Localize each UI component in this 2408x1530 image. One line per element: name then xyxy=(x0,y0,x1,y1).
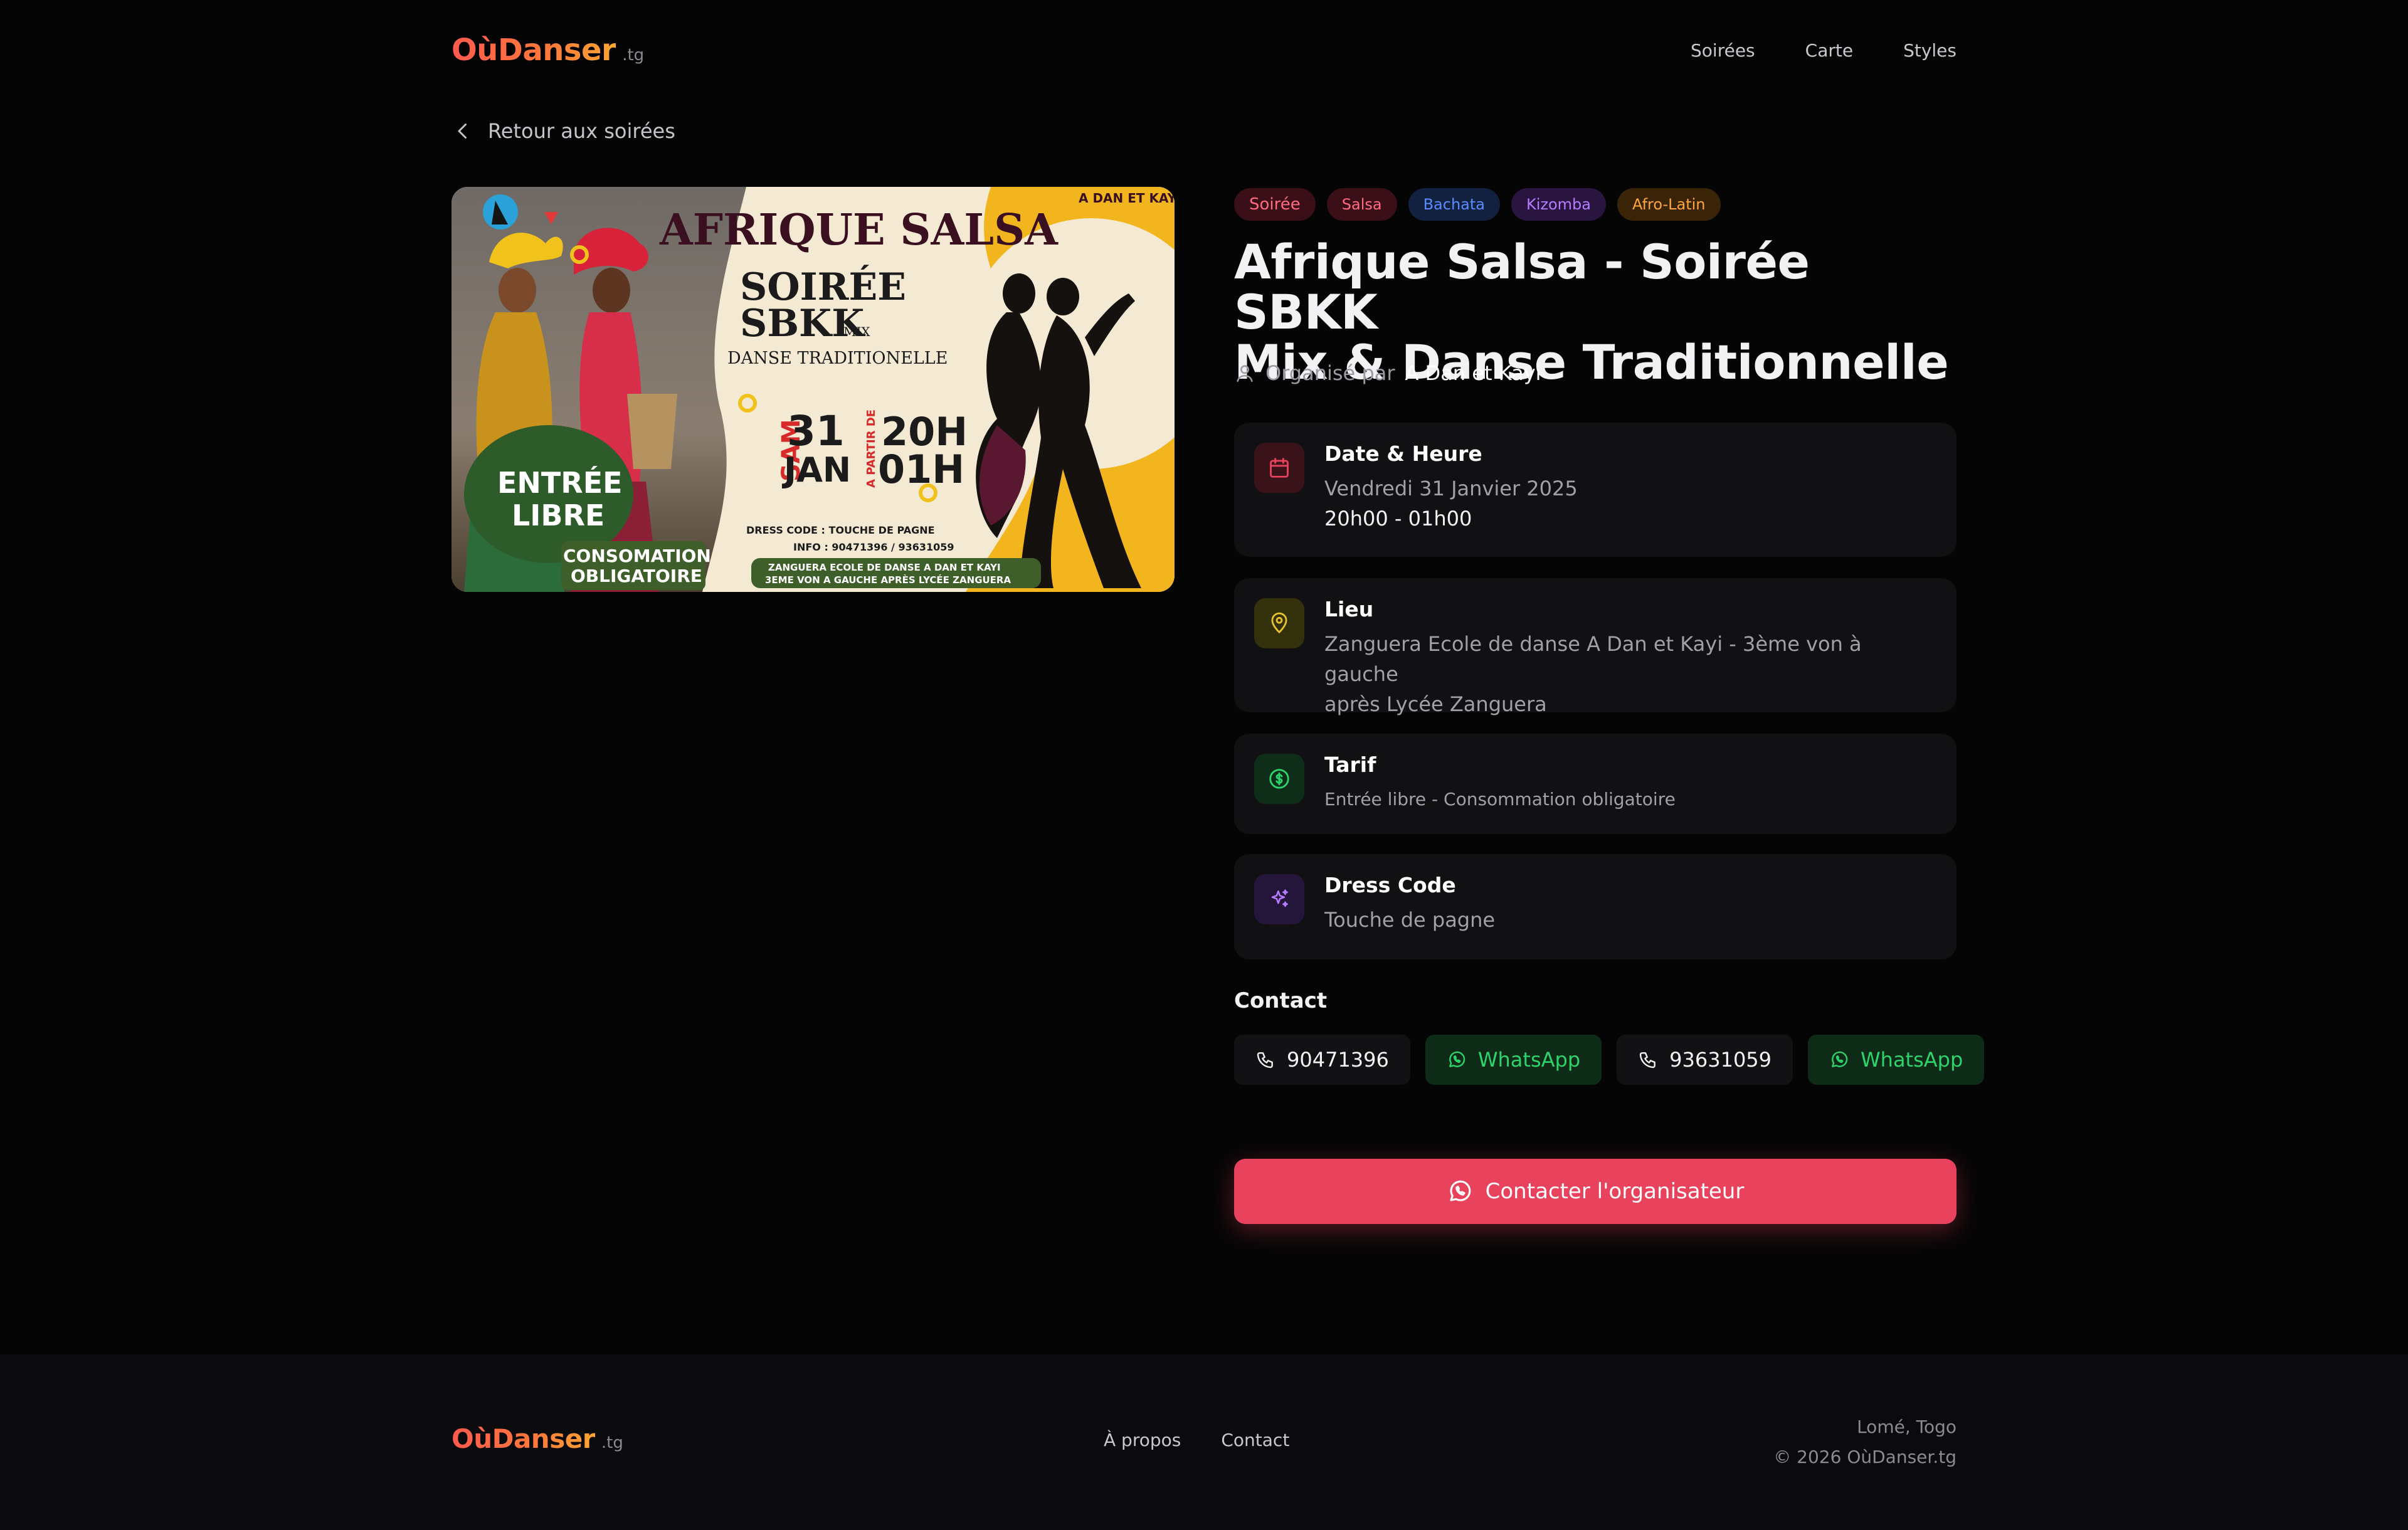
footer-link-about[interactable]: À propos xyxy=(1104,1430,1181,1450)
contact-heading: Contact xyxy=(1234,988,1328,1013)
event-title-line1: Afrique Salsa - Soirée SBKK xyxy=(1234,234,1810,340)
contact-buttons: 90471396 WhatsApp 93631059 WhatsApp xyxy=(1234,1035,1985,1085)
tag-bachata[interactable]: Bachata xyxy=(1408,188,1500,221)
footer-copyright: © 2026 OùDanser.tg xyxy=(1773,1447,1956,1467)
whatsapp-button-2[interactable]: WhatsApp xyxy=(1808,1035,1985,1085)
footer-location: Lomé, Togo xyxy=(1857,1417,1956,1437)
price-card: Tarif Entrée libre - Consommation obliga… xyxy=(1234,734,1956,834)
cta-label: Contacter l'organisateur xyxy=(1485,1179,1745,1204)
flyer-conso-1: CONSOMATION xyxy=(563,546,711,566)
date-card-title: Date & Heure xyxy=(1324,441,1482,466)
whatsapp-label-1: WhatsApp xyxy=(1477,1048,1581,1072)
flyer-corner-text: A DAN ET KAYI xyxy=(1079,191,1175,206)
flyer-time-end: 01H xyxy=(878,446,964,492)
price-card-line1: Entrée libre - Consommation obligatoire xyxy=(1324,789,1676,810)
footer-info: Lomé, Togo © 2026 OùDanser.tg xyxy=(1773,1412,1956,1472)
flyer-address-1: ZANGUERA ECOLE DE DANSE A DAN ET KAYI xyxy=(768,562,1001,573)
place-icon-box xyxy=(1254,598,1304,648)
place-card-line1: Zanguera Ecole de danse A Dan et Kayi - … xyxy=(1324,632,1862,686)
logo-text: OùDanser xyxy=(452,33,616,68)
whatsapp-icon xyxy=(1449,1051,1465,1067)
site-logo[interactable]: OùDanser .tg xyxy=(452,33,644,68)
date-card: Date & Heure Vendredi 31 Janvier 2025 20… xyxy=(1234,423,1956,557)
flyer-entry-2: LIBRE xyxy=(512,499,605,532)
place-card-line2: après Lycée Zanguera xyxy=(1324,692,1547,716)
phone-icon xyxy=(1639,1052,1656,1068)
dress-card-title: Dress Code xyxy=(1324,873,1456,897)
footer-link-contact[interactable]: Contact xyxy=(1221,1430,1289,1450)
logo-tld: .tg xyxy=(622,46,645,65)
phone-number-2: 93631059 xyxy=(1669,1048,1772,1072)
flyer-conso-2: OBLIGATOIRE xyxy=(571,566,702,586)
chevron-left-icon xyxy=(458,124,467,139)
top-header: OùDanser .tg Soirées Carte Styles xyxy=(452,25,1956,75)
flyer-entry-1: ENTRÉE xyxy=(497,466,623,500)
footer-logo[interactable]: OùDanser .tg xyxy=(452,1423,623,1454)
price-icon-box xyxy=(1254,754,1304,804)
tag-afro-latin[interactable]: Afro-Latin xyxy=(1617,188,1721,221)
flyer-from-label: A PARTIR DE xyxy=(865,409,878,488)
back-link-label: Retour aux soirées xyxy=(488,119,675,143)
sparkles-icon xyxy=(1271,889,1288,907)
place-card: Lieu Zanguera Ecole de danse A Dan et Ka… xyxy=(1234,578,1956,716)
phone-button-1[interactable]: 90471396 xyxy=(1234,1035,1410,1085)
flyer-info: INFO : 90471396 / 93631059 xyxy=(793,541,954,553)
contact-organizer-button[interactable]: Contacter l'organisateur xyxy=(1234,1159,1956,1224)
dress-icon-box xyxy=(1254,874,1304,924)
organizer: Organisé par A Dan et Kayi xyxy=(1234,361,1956,385)
dress-card: Dress Code Touche de pagne xyxy=(1234,854,1956,959)
nav-carte[interactable]: Carte xyxy=(1805,40,1853,61)
main-nav: Soirées Carte Styles xyxy=(1691,40,1956,61)
date-card-date: Vendredi 31 Janvier 2025 xyxy=(1324,477,1578,500)
footer-logo-tld: .tg xyxy=(601,1433,623,1452)
place-card-title: Lieu xyxy=(1324,597,1374,621)
whatsapp-button-1[interactable]: WhatsApp xyxy=(1425,1035,1602,1085)
phone-number-1: 90471396 xyxy=(1287,1048,1389,1072)
calendar-icon xyxy=(1270,458,1289,478)
tag-soiree[interactable]: Soirée xyxy=(1234,188,1316,221)
dollar-circle-icon xyxy=(1269,769,1289,789)
flyer-address-2: 3EME VON A GAUCHE APRÈS LYCÉE ZANGUERA xyxy=(765,574,1011,586)
dress-card-line1: Touche de pagne xyxy=(1324,908,1496,932)
tag-salsa[interactable]: Salsa xyxy=(1326,188,1397,221)
flyer-dress: DRESS CODE : TOUCHE DE PAGNE xyxy=(746,524,935,536)
flyer-line3: DANSE TRADITIONELLE xyxy=(727,349,948,368)
date-icon-box xyxy=(1254,443,1304,493)
footer-logo-text: OùDanser xyxy=(452,1423,595,1454)
organizer-label: Organisé par xyxy=(1265,361,1395,385)
whatsapp-icon xyxy=(1450,1180,1471,1201)
date-card-time: 20h00 - 01h00 xyxy=(1324,507,1472,530)
phone-icon xyxy=(1257,1052,1273,1068)
nav-styles[interactable]: Styles xyxy=(1903,40,1956,61)
whatsapp-icon xyxy=(1832,1051,1848,1067)
tag-kizomba[interactable]: Kizomba xyxy=(1511,188,1606,221)
flyer-title: AFRIQUE SALSA xyxy=(659,205,1059,255)
style-tags: Soirée Salsa Bachata Kizomba Afro-Latin xyxy=(1234,188,1956,221)
event-flyer: AFRIQUE SALSA A DAN ET KAYI SOIRÉE SBKK … xyxy=(452,187,1175,592)
flyer-line2-suffix: MIX xyxy=(843,324,870,339)
footer-links: À propos Contact xyxy=(1104,1430,1289,1450)
phone-button-2[interactable]: 93631059 xyxy=(1617,1035,1793,1085)
back-link[interactable]: Retour aux soirées xyxy=(452,119,675,143)
user-icon xyxy=(1237,365,1253,382)
site-footer: OùDanser .tg À propos Contact Lomé, Togo… xyxy=(0,1354,2408,1530)
map-pin-icon xyxy=(1271,612,1287,634)
organizer-name[interactable]: A Dan et Kayi xyxy=(1405,361,1541,385)
nav-soirees[interactable]: Soirées xyxy=(1691,40,1755,61)
whatsapp-label-2: WhatsApp xyxy=(1861,1048,1963,1072)
price-card-title: Tarif xyxy=(1324,752,1376,777)
flyer-date-num: 31 xyxy=(787,407,845,455)
flyer-date-month: JAN xyxy=(781,450,851,490)
